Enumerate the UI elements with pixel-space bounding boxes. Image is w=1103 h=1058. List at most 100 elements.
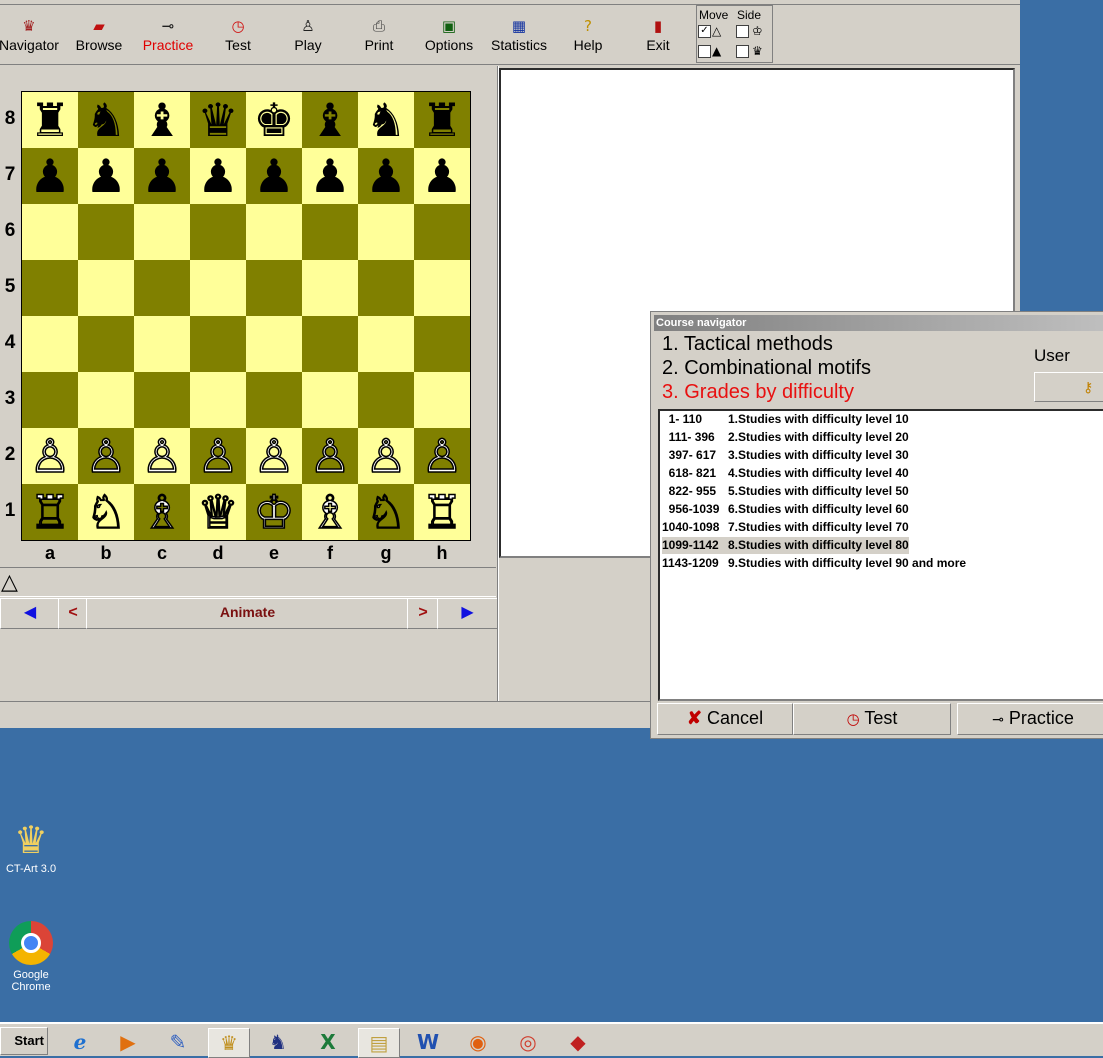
course-grades-by-difficulty[interactable]: 3. Grades by difficulty (662, 381, 854, 404)
square-c2[interactable]: ♙ (134, 428, 190, 484)
chrome-task-icon[interactable]: ◎ (508, 1028, 548, 1056)
square-c1[interactable]: ♗ (134, 484, 190, 540)
square-h5[interactable] (414, 260, 470, 316)
list-item[interactable]: 618- 821 4.Studies with difficulty level … (662, 465, 909, 482)
square-g4[interactable] (358, 316, 414, 372)
square-h6[interactable] (414, 204, 470, 260)
square-f6[interactable] (302, 204, 358, 260)
animate-button[interactable]: Animate (86, 598, 409, 629)
side-white-checkbox[interactable] (736, 25, 749, 38)
firefox-icon[interactable]: ◉ (458, 1028, 498, 1056)
square-e6[interactable] (246, 204, 302, 260)
toolbar-practice-button[interactable]: ⊸ Practice (133, 9, 203, 63)
square-e5[interactable] (246, 260, 302, 316)
square-e2[interactable]: ♙ (246, 428, 302, 484)
list-item[interactable]: 1- 110 1.Studies with difficulty level 10 (662, 411, 909, 428)
toolbar-exit-button[interactable]: ▮ Exit (623, 9, 693, 63)
square-f7[interactable]: ♟ (302, 148, 358, 204)
square-a1[interactable]: ♖ (22, 484, 78, 540)
square-f1[interactable]: ♗ (302, 484, 358, 540)
square-h3[interactable] (414, 372, 470, 428)
square-h1[interactable]: ♖ (414, 484, 470, 540)
prev-move-button[interactable]: < (58, 598, 88, 629)
toolbar-options-button[interactable]: ▣ Options (414, 9, 484, 63)
square-a7[interactable]: ♟ (22, 148, 78, 204)
square-h7[interactable]: ♟ (414, 148, 470, 204)
toolbar-help-button[interactable]: ? Help (553, 9, 623, 63)
chess-app-icon[interactable]: ♞ (258, 1028, 298, 1056)
square-a3[interactable] (22, 372, 78, 428)
square-c5[interactable] (134, 260, 190, 316)
list-item[interactable]: 1040-1098 7.Studies with difficulty level… (662, 519, 909, 536)
list-item[interactable]: 822- 955 5.Studies with difficulty level … (662, 483, 909, 500)
toolbar-navigator-button[interactable]: ♛ Navigator (0, 9, 64, 63)
chessboard[interactable]: ♜ ♞ ♝ ♛ ♚ ♝ ♞ ♜ ♟ ♟ ♟ ♟ ♟ ♟ ♟ ♟ ♙ ♙ ♙ ♙ ♙ ♙ ♙ ♙ ♖ ♘ ♗ ♕ ♔ ♗ ♘ ♖ (21, 91, 471, 541)
square-b4[interactable] (78, 316, 134, 372)
square-h8[interactable]: ♜ (414, 92, 470, 148)
square-b5[interactable] (78, 260, 134, 316)
square-c3[interactable] (134, 372, 190, 428)
course-tactical-methods[interactable]: 1. Tactical methods (662, 333, 833, 356)
ct-art-task-icon[interactable]: ♛ (208, 1028, 250, 1058)
square-c8[interactable]: ♝ (134, 92, 190, 148)
start-button[interactable]: Start (0, 1027, 48, 1055)
list-item[interactable]: 1143-1209 9.Studies with difficulty level… (662, 555, 966, 572)
move-black-checkbox[interactable] (698, 45, 711, 58)
square-g1[interactable]: ♘ (358, 484, 414, 540)
square-f2[interactable]: ♙ (302, 428, 358, 484)
toolbar-statistics-button[interactable]: ▦ Statistics (484, 9, 554, 63)
square-f4[interactable] (302, 316, 358, 372)
square-e3[interactable] (246, 372, 302, 428)
square-d4[interactable] (190, 316, 246, 372)
word-icon[interactable]: W (408, 1028, 448, 1056)
square-a4[interactable] (22, 316, 78, 372)
square-a5[interactable] (22, 260, 78, 316)
square-b8[interactable]: ♞ (78, 92, 134, 148)
first-move-button[interactable]: ◀ (0, 598, 60, 629)
square-e8[interactable]: ♚ (246, 92, 302, 148)
tool-icon[interactable]: ✎ (158, 1028, 198, 1056)
square-g5[interactable] (358, 260, 414, 316)
square-d2[interactable]: ♙ (190, 428, 246, 484)
list-item[interactable]: 956-1039 6.Studies with difficulty level … (662, 501, 909, 518)
square-f5[interactable] (302, 260, 358, 316)
explorer-icon[interactable]: ▤ (358, 1028, 400, 1058)
square-g2[interactable]: ♙ (358, 428, 414, 484)
square-a6[interactable] (22, 204, 78, 260)
square-f3[interactable] (302, 372, 358, 428)
square-b3[interactable] (78, 372, 134, 428)
square-f8[interactable]: ♝ (302, 92, 358, 148)
square-b6[interactable] (78, 204, 134, 260)
square-a2[interactable]: ♙ (22, 428, 78, 484)
ie-icon[interactable]: ℯ (60, 1028, 100, 1056)
square-b7[interactable]: ♟ (78, 148, 134, 204)
square-d5[interactable] (190, 260, 246, 316)
square-c6[interactable] (134, 204, 190, 260)
cancel-button[interactable]: ✘ Cancel (657, 703, 793, 735)
user-button[interactable]: ⚷ (1034, 372, 1103, 402)
square-b2[interactable]: ♙ (78, 428, 134, 484)
square-d1[interactable]: ♕ (190, 484, 246, 540)
square-e4[interactable] (246, 316, 302, 372)
side-black-checkbox[interactable] (736, 45, 749, 58)
square-g8[interactable]: ♞ (358, 92, 414, 148)
square-e1[interactable]: ♔ (246, 484, 302, 540)
square-e7[interactable]: ♟ (246, 148, 302, 204)
square-c4[interactable] (134, 316, 190, 372)
square-h2[interactable]: ♙ (414, 428, 470, 484)
toolbar-play-button[interactable]: ♙ Play (273, 9, 343, 63)
list-item[interactable]: 111- 396 2.Studies with difficulty level … (662, 429, 909, 446)
toolbar-test-button[interactable]: ◷ Test (203, 9, 273, 63)
media-player-icon[interactable]: ▶ (108, 1028, 148, 1056)
toolbar-print-button[interactable]: ⎙ Print (344, 9, 414, 63)
toolbar-browse-button[interactable]: ▰ Browse (64, 9, 134, 63)
last-move-button[interactable]: ▶ (437, 598, 498, 629)
test-button[interactable]: ◷ Test (793, 703, 951, 735)
square-g6[interactable] (358, 204, 414, 260)
square-c7[interactable]: ♟ (134, 148, 190, 204)
square-h4[interactable] (414, 316, 470, 372)
grade-list[interactable]: 1- 110 1.Studies with difficulty level 10… (658, 409, 1103, 701)
practice-button[interactable]: ⊸ Practice (957, 703, 1103, 735)
desktop-icon-ct-art[interactable]: ♛ CT-Art 3.0 (0, 817, 62, 875)
app-diamond-icon[interactable]: ◆ (558, 1028, 598, 1056)
